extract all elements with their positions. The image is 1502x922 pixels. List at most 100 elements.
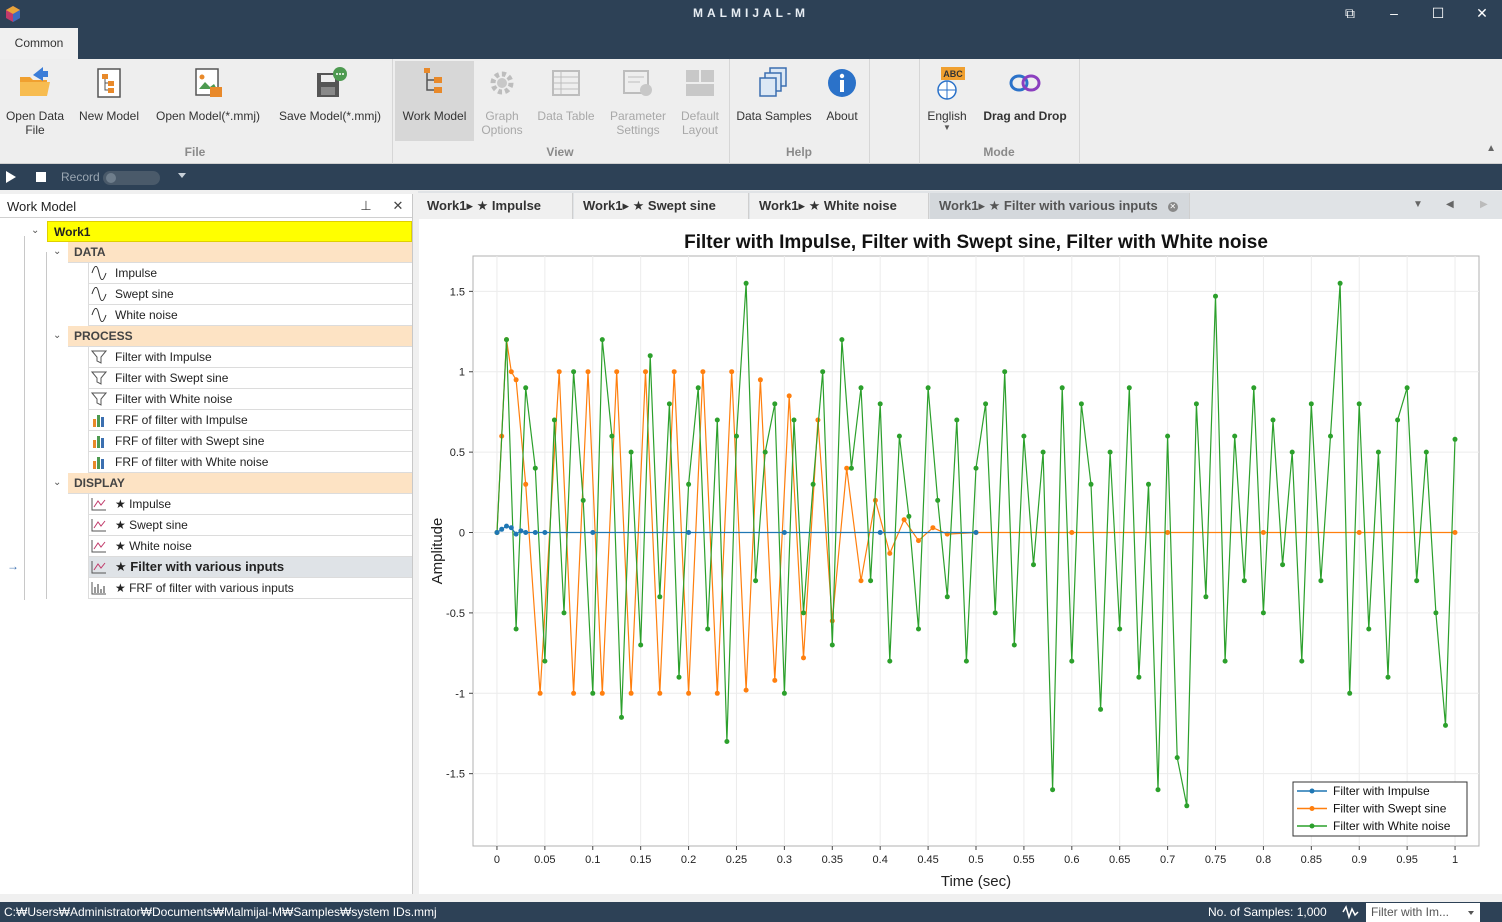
tab-impulse[interactable]: Work1▸ ★ Impulse: [418, 193, 573, 219]
data-point: [729, 369, 735, 375]
chevron-down-icon: ▼: [943, 123, 951, 132]
minimize-button[interactable]: –: [1372, 0, 1416, 28]
graph-options-button[interactable]: Graph Options: [478, 61, 526, 141]
data-point: [1050, 787, 1056, 793]
work-model-button[interactable]: Work Model: [395, 61, 474, 141]
tree-item-display-swept-sine[interactable]: ★ Swept sine: [0, 515, 412, 536]
default-layout-button[interactable]: Default Layout: [676, 61, 724, 141]
data-point: [1270, 417, 1276, 423]
data-point: [714, 417, 720, 423]
tree-item-frf-swept-sine[interactable]: FRF of filter with Swept sine: [0, 431, 412, 452]
record-toggle[interactable]: [103, 171, 160, 185]
x-axis-label: Time (sec): [941, 873, 1011, 890]
tree-item-frf-impulse[interactable]: FRF of filter with Impulse: [0, 410, 412, 431]
tab-scroll-left-icon[interactable]: ◀: [1446, 199, 1454, 210]
data-point: [1088, 481, 1094, 487]
new-model-button[interactable]: New Model: [74, 61, 144, 141]
parameter-settings-button[interactable]: Parameter Settings: [604, 61, 672, 141]
record-dropdown-icon[interactable]: [178, 173, 186, 178]
tab-list-dropdown-icon[interactable]: ▼: [1413, 199, 1423, 210]
data-point: [580, 497, 586, 503]
collapse-icon[interactable]: ⌄: [53, 478, 61, 488]
data-point: [1404, 385, 1410, 391]
stop-button[interactable]: [36, 172, 46, 182]
data-point: [781, 690, 787, 696]
data-point: [1366, 626, 1372, 632]
collapse-ribbon-icon[interactable]: ▲: [1486, 143, 1496, 154]
collapse-icon[interactable]: ⌄: [31, 226, 39, 236]
legend-label: Filter with Swept sine: [1333, 802, 1447, 816]
x-tick-label: 0.45: [917, 854, 938, 866]
tree-root-work1[interactable]: ⌄ Work1: [0, 221, 412, 242]
tab-white-noise[interactable]: Work1▸ ★ White noise: [750, 193, 929, 219]
tree-item-filter-white-noise[interactable]: Filter with White noise: [0, 389, 412, 410]
open-model-button[interactable]: Open Model(*.mmj): [150, 61, 266, 141]
tab-scroll-right-icon[interactable]: ▶: [1480, 199, 1488, 210]
series-selector[interactable]: Filter with Im...: [1366, 903, 1480, 922]
save-model-button[interactable]: Save Model(*.mmj): [272, 61, 388, 141]
tree-item-white-noise[interactable]: White noise: [0, 305, 412, 326]
data-point: [1107, 449, 1113, 455]
x-tick-label: 0.1: [585, 854, 600, 866]
tree-section-data[interactable]: ⌄ DATA: [0, 242, 412, 263]
data-point: [537, 690, 543, 696]
y-tick-label: 1.5: [450, 286, 465, 298]
tree-item-filter-swept-sine[interactable]: Filter with Swept sine: [0, 368, 412, 389]
data-point: [1040, 449, 1046, 455]
data-point: [1213, 293, 1218, 299]
new-model-icon: [97, 68, 121, 98]
line-chart[interactable]: Filter with Impulse, Filter with Swept s…: [419, 219, 1502, 894]
y-tick-label: 0.5: [450, 447, 465, 459]
status-bar: C:₩Users₩Administrator₩Documents₩Malmija…: [0, 902, 1502, 922]
close-button[interactable]: ✕: [1460, 0, 1502, 28]
drag-and-drop-button[interactable]: Drag and Drop: [978, 61, 1072, 141]
open-data-file-button[interactable]: Open Data File: [2, 61, 68, 141]
data-point: [954, 417, 960, 423]
x-tick-label: 0.9: [1352, 854, 1367, 866]
play-button[interactable]: [6, 171, 16, 183]
data-point: [877, 401, 883, 407]
tree-item-filter-impulse[interactable]: Filter with Impulse: [0, 347, 412, 368]
data-point: [858, 578, 864, 584]
restore-layout-button[interactable]: ⧉: [1328, 0, 1372, 28]
data-point: [599, 337, 605, 343]
data-point: [508, 525, 514, 531]
tree-item-display-white-noise[interactable]: ★ White noise: [0, 536, 412, 557]
open-folder-icon: [20, 67, 50, 96]
x-tick-label: 0.35: [822, 854, 843, 866]
data-point: [829, 642, 835, 648]
data-point: [532, 530, 538, 535]
data-point: [1011, 642, 1017, 648]
tree-item-display-filter-various[interactable]: → ★ Filter with various inputs: [0, 557, 412, 578]
maximize-button[interactable]: ☐: [1416, 0, 1460, 28]
data-point: [781, 530, 787, 535]
tree-item-impulse[interactable]: Impulse: [0, 263, 412, 284]
data-point: [1375, 449, 1381, 455]
tree-section-process[interactable]: ⌄ PROCESS: [0, 326, 412, 347]
collapse-icon[interactable]: ⌄: [53, 331, 61, 341]
tree-section-display[interactable]: ⌄ DISPLAY: [0, 473, 412, 494]
language-button[interactable]: ABC English ▼: [922, 61, 972, 141]
tab-swept-sine[interactable]: Work1▸ ★ Swept sine: [574, 193, 749, 219]
tree-item-swept-sine[interactable]: Swept sine: [0, 284, 412, 305]
data-samples-button[interactable]: Data Samples: [734, 61, 814, 141]
data-point: [504, 523, 509, 529]
tree-item-display-frf-various[interactable]: ★ FRF of filter with various inputs: [0, 578, 412, 599]
x-tick-label: 0: [494, 854, 500, 866]
tab-filter-various-inputs[interactable]: Work1▸ ★ Filter with various inputs ✕: [930, 193, 1190, 219]
data-point: [762, 449, 768, 455]
close-tab-icon[interactable]: ✕: [1167, 201, 1178, 212]
data-point: [1069, 530, 1075, 535]
data-point: [551, 417, 557, 423]
about-button[interactable]: About: [818, 61, 866, 141]
data-table-button[interactable]: Data Table: [532, 61, 600, 141]
x-tick-label: 0.75: [1205, 854, 1226, 866]
data-point: [935, 497, 941, 503]
collapse-icon[interactable]: ⌄: [53, 247, 61, 257]
pin-icon[interactable]: ⊥: [358, 198, 374, 214]
tree-item-display-impulse[interactable]: ★ Impulse: [0, 494, 412, 515]
panel-title: Work Model: [7, 199, 77, 214]
tree-item-frf-white-noise[interactable]: FRF of filter with White noise: [0, 452, 412, 473]
close-panel-icon[interactable]: ✕: [390, 198, 406, 214]
tab-common[interactable]: Common: [0, 28, 78, 59]
